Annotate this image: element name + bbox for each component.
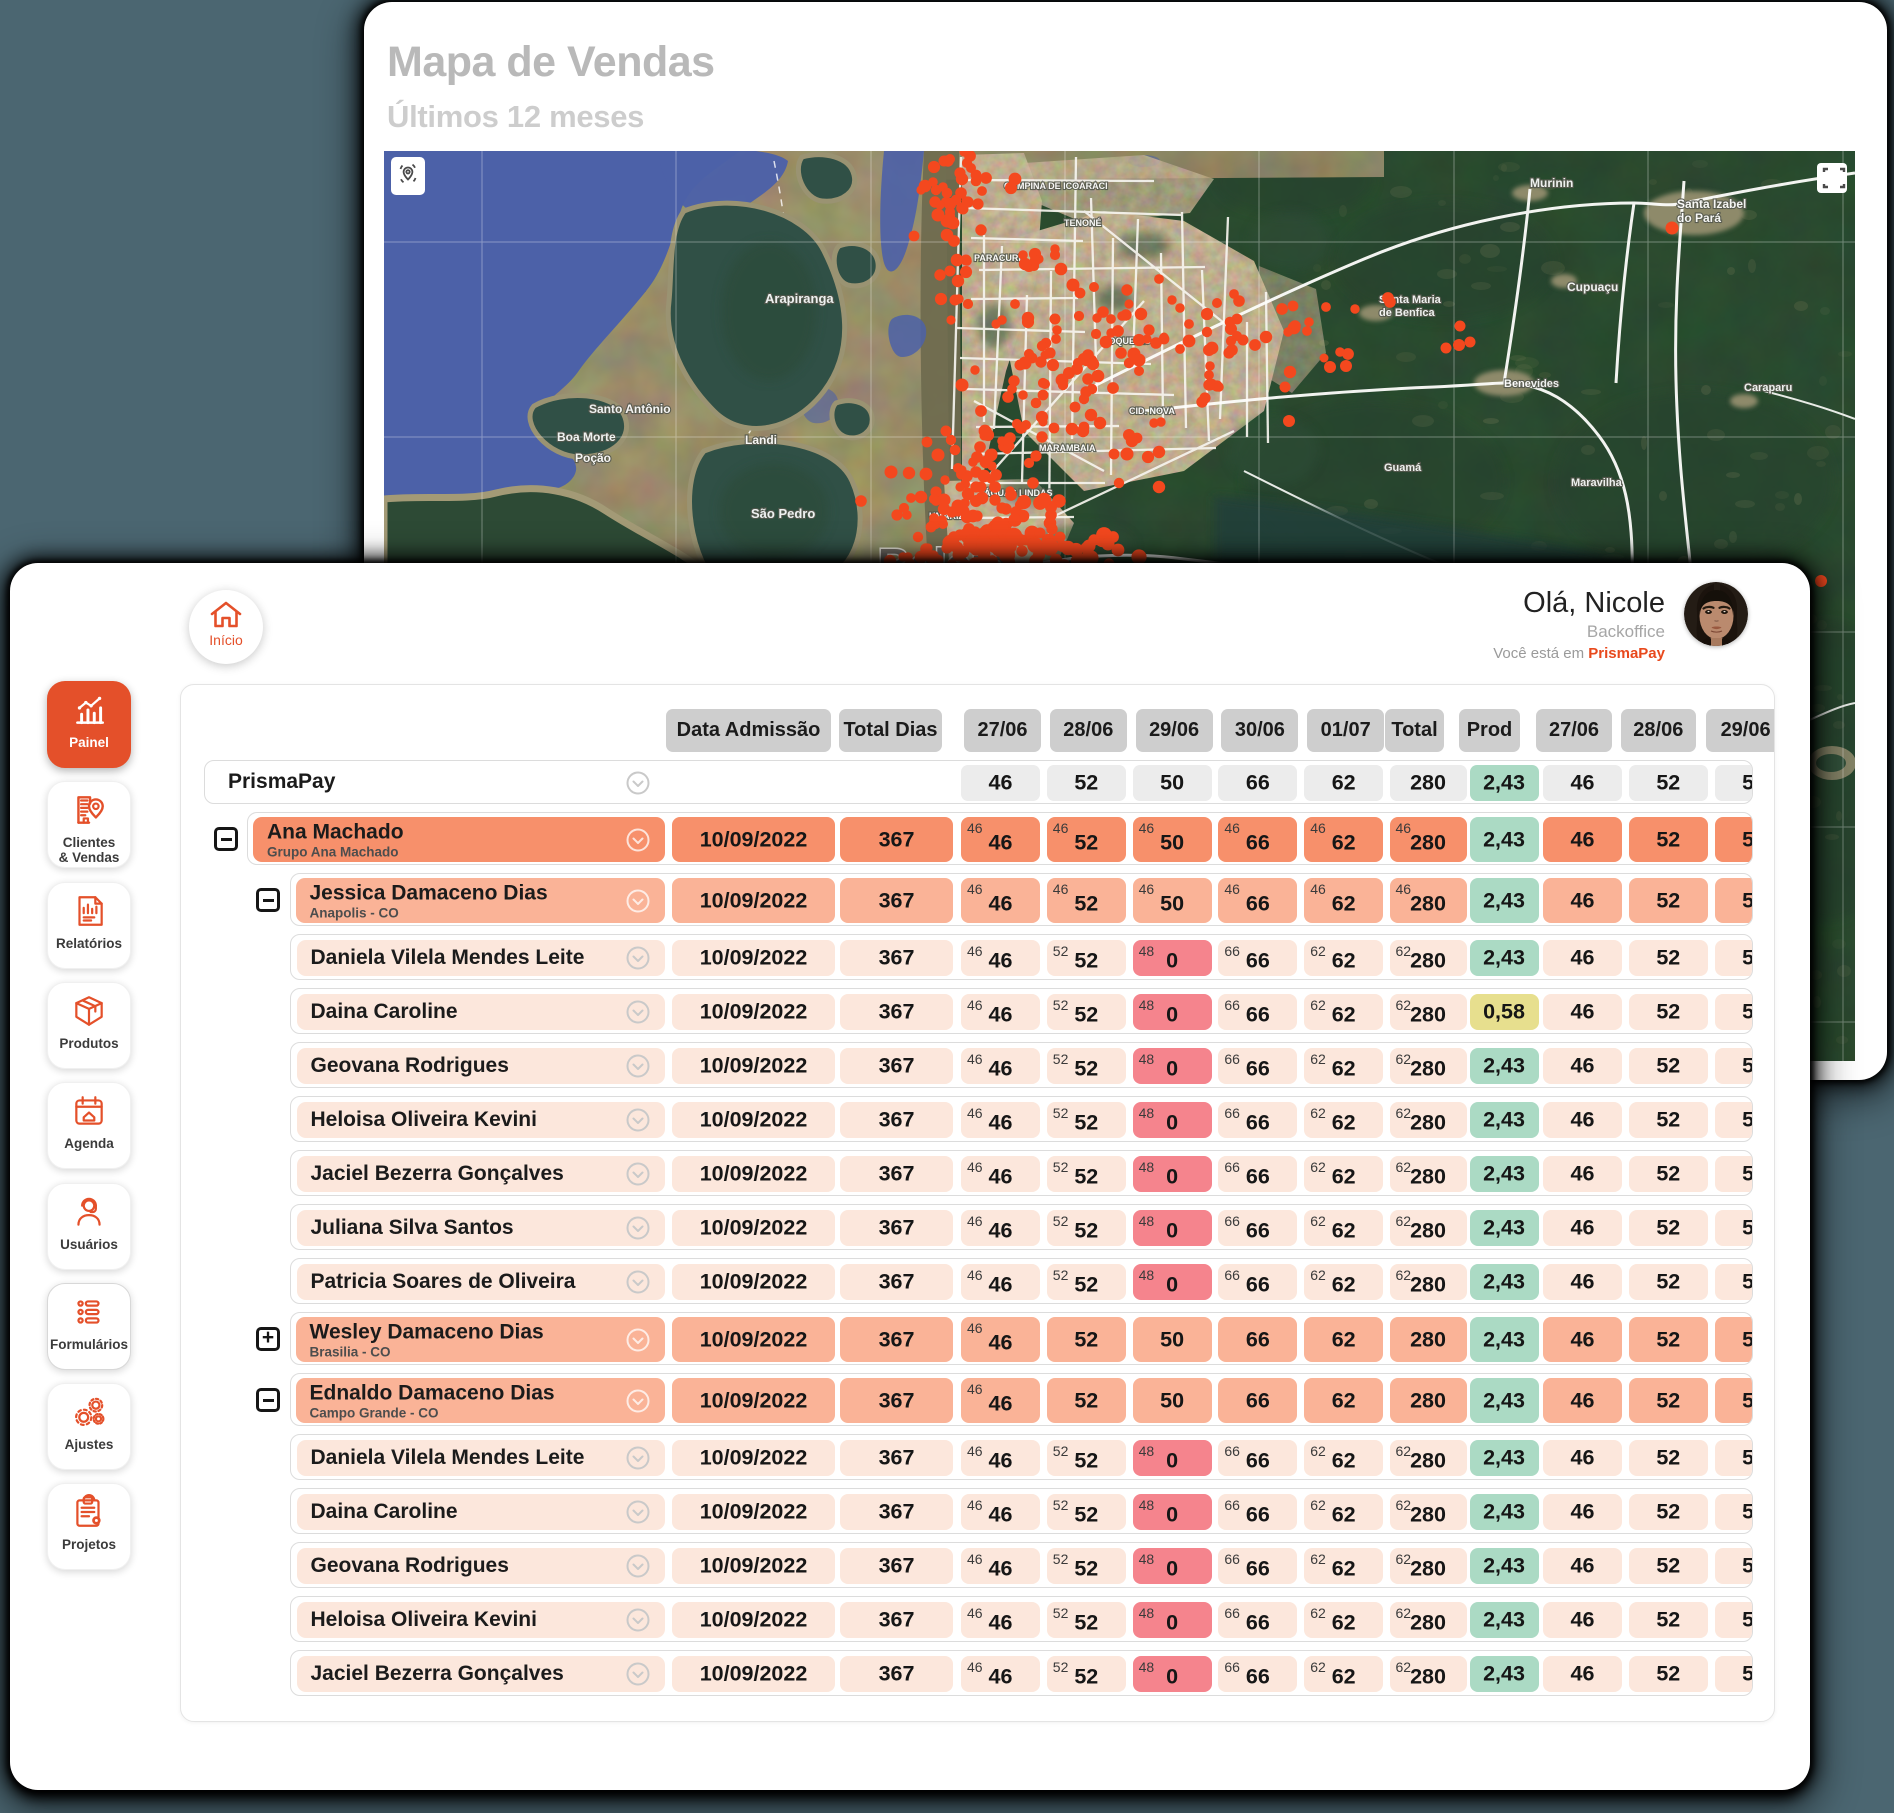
svg-text:Poção: Poção [575,451,611,465]
svg-text:CID. NOVA: CID. NOVA [1129,406,1175,416]
svg-text:Benevides: Benevides [1504,378,1559,390]
svg-text:Santo Antônio: Santo Antônio [589,402,671,416]
svg-text:São Pedro: São Pedro [751,506,815,521]
svg-text:TENONÉ: TENONÉ [1064,218,1102,228]
svg-text:Arapiranga: Arapiranga [765,291,834,306]
svg-text:MARAMBAIA: MARAMBAIA [1039,443,1096,453]
svg-text:Murinin: Murinin [1530,176,1573,190]
svg-text:Cupuaçu: Cupuaçu [1567,280,1618,294]
svg-text:Boa Morte: Boa Morte [557,430,616,444]
svg-text:Caraparu: Caraparu [1744,382,1792,394]
svg-text:PARACURI: PARACURI [974,253,1021,263]
svg-text:Santa Izabel: Santa Izabel [1677,197,1746,211]
svg-text:do Pará: do Pará [1677,211,1721,225]
svg-text:Landi: Landi [745,433,777,447]
svg-text:Maravilha: Maravilha [1571,477,1623,489]
svg-text:Guamá: Guamá [1384,462,1422,474]
svg-text:de Benfica: de Benfica [1379,307,1436,319]
